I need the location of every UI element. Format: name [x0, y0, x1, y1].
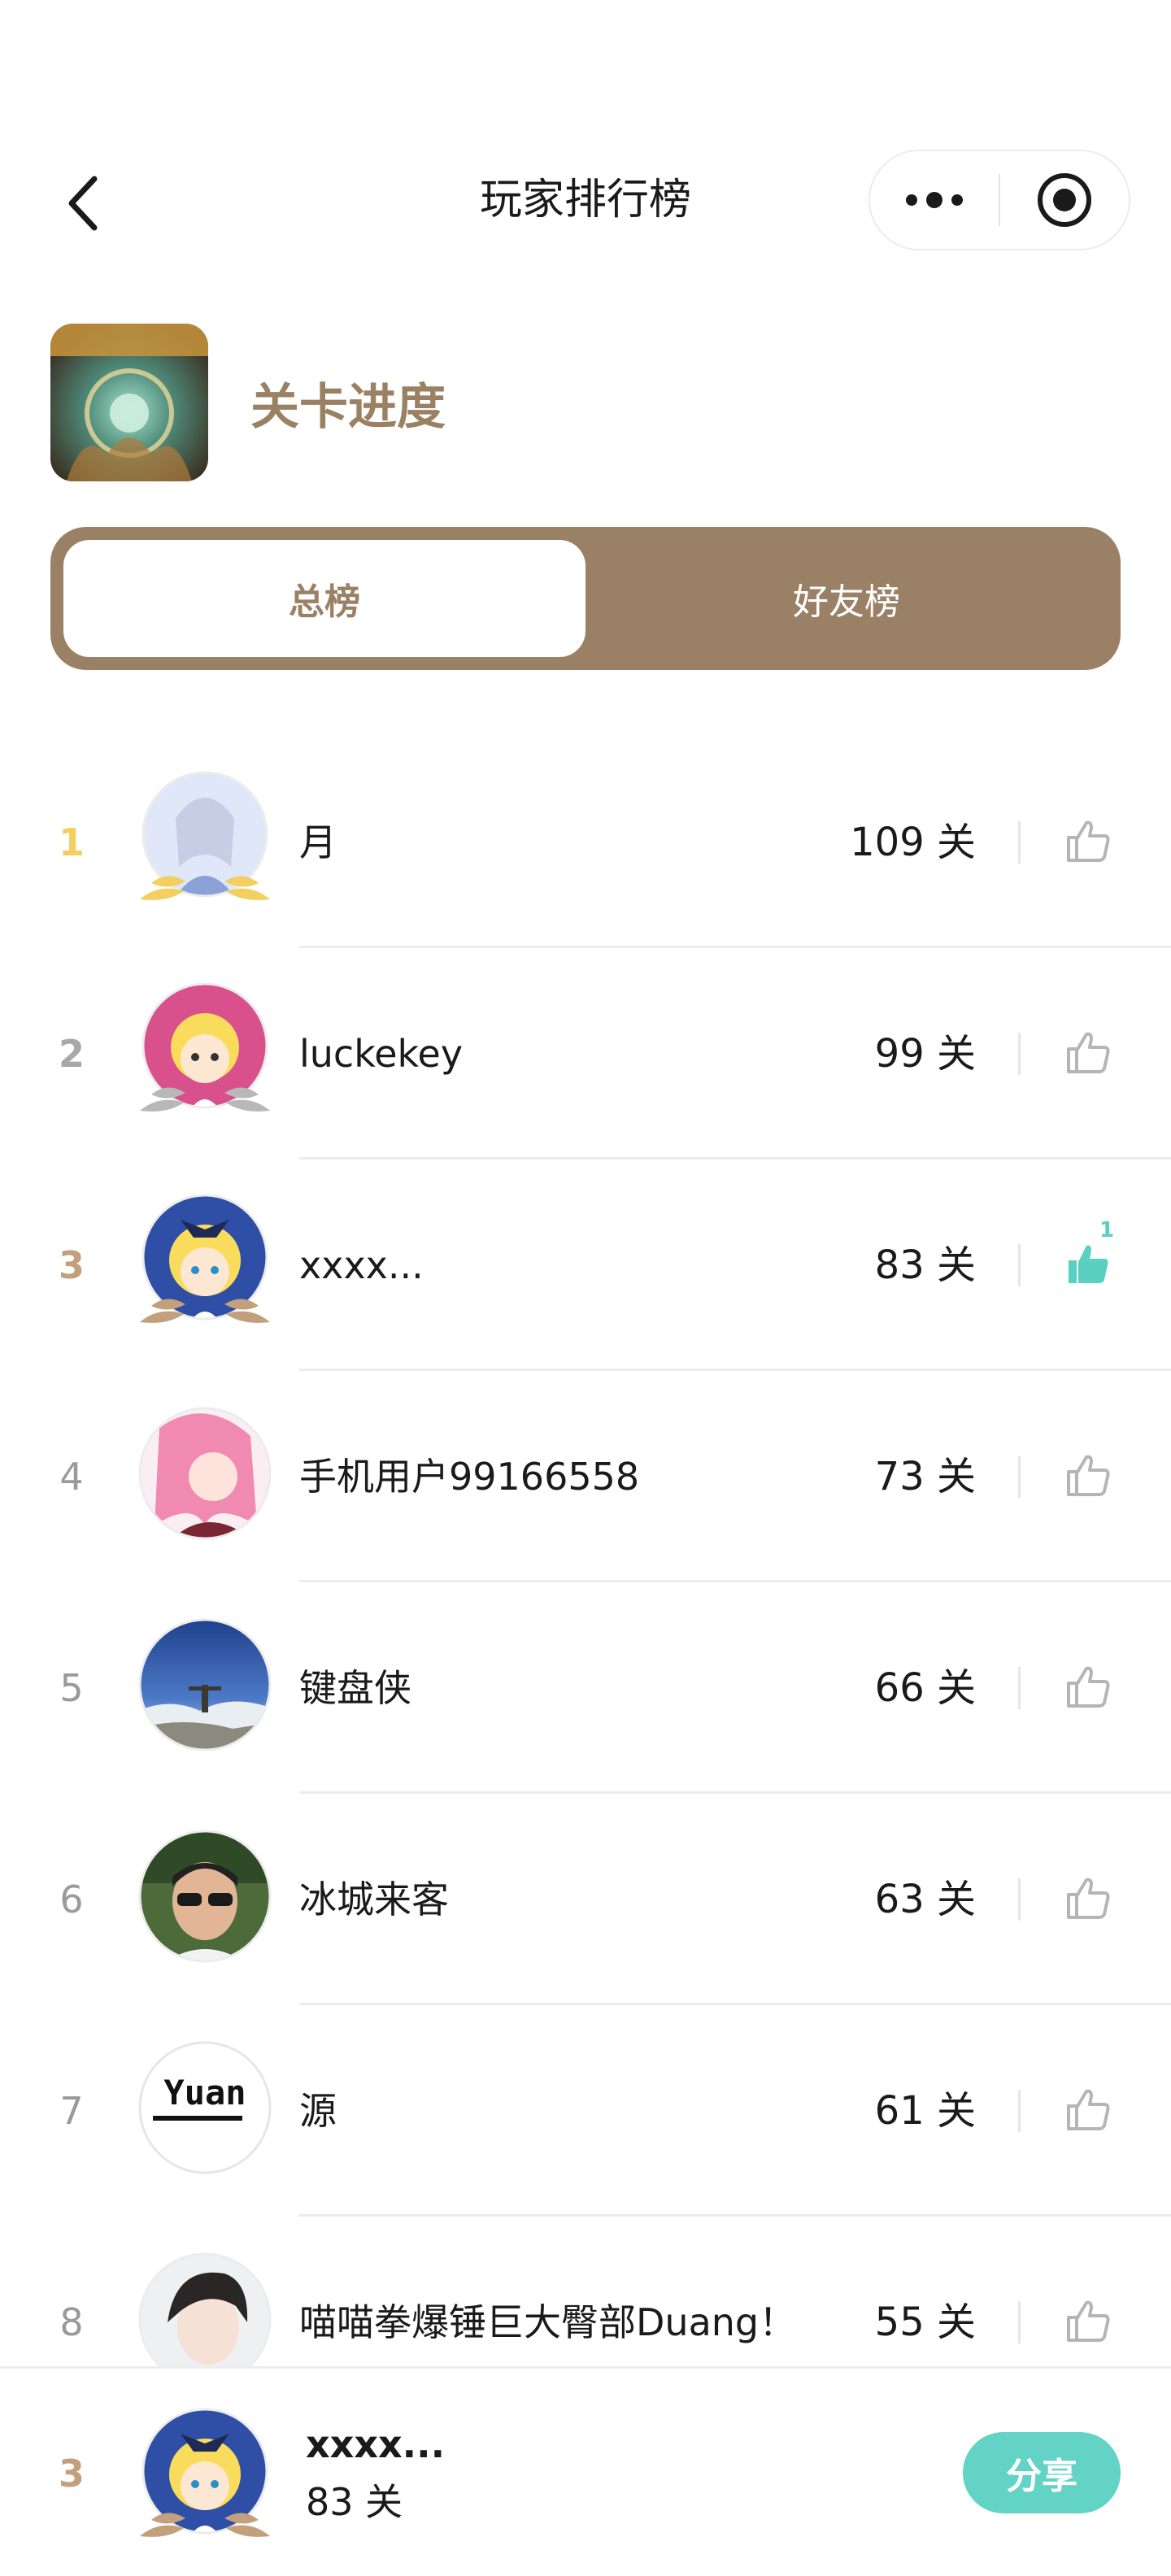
- player-name: 月: [299, 820, 337, 864]
- rank-number: 3: [58, 1243, 85, 1287]
- chevron-left-icon: [68, 176, 98, 231]
- nav-bar: 玩家排行榜: [0, 146, 1171, 254]
- board-title: 关卡进度: [250, 378, 446, 436]
- board-header: 关卡进度: [50, 324, 446, 481]
- list-item[interactable]: 5 键盘侠 66 关: [0, 1582, 1171, 1794]
- avatar[interactable]: Yuan: [135, 2038, 275, 2178]
- my-rank-bar: 3 xxxx... 83 关 分享: [0, 2366, 1171, 2576]
- separator: [1018, 2090, 1021, 2132]
- list-item[interactable]: 3 xxxx... 83 关 1: [0, 1160, 1171, 1371]
- separator: [1018, 2301, 1021, 2343]
- rank-number: 2: [58, 1032, 85, 1076]
- rank-number: 4: [59, 1455, 84, 1499]
- player-score: 63 关: [874, 1877, 976, 1922]
- player-score: 66 关: [874, 1665, 976, 1711]
- yuan-logo-text: Yuan: [163, 2073, 246, 2113]
- player-name: 手机用户99166558: [299, 1455, 640, 1499]
- like-button[interactable]: [1051, 2283, 1125, 2358]
- separator: [1018, 1033, 1021, 1075]
- ranking-tabs: 总榜 好友榜: [50, 527, 1121, 670]
- avatar[interactable]: [135, 981, 275, 1120]
- tab-friends[interactable]: 好友榜: [586, 540, 1108, 657]
- separator: [1018, 1244, 1021, 1286]
- avatar[interactable]: [135, 769, 275, 909]
- player-name: 冰城来客: [299, 1878, 449, 1921]
- my-rank-number: 3: [58, 2452, 85, 2496]
- thumbs-up-filled-icon: [1069, 1245, 1108, 1283]
- player-score: 99 关: [874, 1031, 976, 1077]
- separator: [1018, 1667, 1021, 1709]
- avatar[interactable]: [135, 1615, 275, 1755]
- rank-number: 6: [59, 1878, 84, 1921]
- ranking-list: 1 月 109 关 2 luckekey 99 关 3 xxxx... 83 关…: [0, 737, 1171, 2428]
- thumbs-up-icon: [1067, 2300, 1110, 2342]
- my-score: 83 关: [306, 2480, 403, 2524]
- mini-program-capsule: [868, 150, 1130, 250]
- thumbs-up-icon: [1067, 1455, 1110, 1496]
- game-icon: [50, 324, 208, 481]
- player-name: 键盘侠: [299, 1666, 411, 1710]
- like-button[interactable]: [1051, 1226, 1125, 1301]
- my-avatar[interactable]: [135, 2406, 275, 2546]
- share-button[interactable]: 分享: [963, 2432, 1121, 2513]
- thumbs-up-icon: [1067, 1666, 1110, 1708]
- list-item[interactable]: 4 手机用户99166558 73 关: [0, 1371, 1171, 1582]
- like-button[interactable]: [1051, 1860, 1125, 1935]
- list-item[interactable]: 2 luckekey 99 关: [0, 948, 1171, 1160]
- my-name: xxxx...: [306, 2422, 446, 2466]
- player-score: 73 关: [874, 1454, 976, 1499]
- rank-number: 1: [58, 820, 85, 864]
- list-item[interactable]: 1 月 109 关: [0, 737, 1171, 948]
- like-button[interactable]: [1051, 1438, 1125, 1512]
- thumbs-up-icon: [1067, 2089, 1110, 2130]
- avatar[interactable]: [135, 1192, 275, 1332]
- player-name: 源: [299, 2089, 337, 2133]
- tab-overall[interactable]: 总榜: [63, 540, 586, 657]
- rank-number: 7: [59, 2089, 84, 2133]
- separator: [1018, 821, 1021, 864]
- list-item[interactable]: 6 冰城来客 63 关: [0, 1794, 1171, 2005]
- more-button[interactable]: [870, 151, 999, 249]
- player-score: 109 关: [850, 820, 976, 865]
- separator: [1018, 1456, 1021, 1498]
- player-name: xxxx...: [299, 1243, 424, 1287]
- like-button[interactable]: [1051, 1015, 1125, 1090]
- close-button[interactable]: [1000, 151, 1129, 249]
- rank-number: 5: [59, 1666, 84, 1710]
- avatar[interactable]: [135, 1403, 275, 1543]
- more-dots-icon: [906, 192, 963, 208]
- list-item[interactable]: 7 Yuan 源 61 关: [0, 2005, 1171, 2217]
- like-button[interactable]: [1051, 2072, 1125, 2147]
- back-button[interactable]: [50, 171, 115, 236]
- thumbs-up-icon: [1067, 1878, 1110, 1919]
- thumbs-up-icon: [1067, 1032, 1110, 1073]
- thumbs-up-icon: [1067, 820, 1110, 862]
- avatar[interactable]: [135, 1826, 275, 1966]
- player-name: luckekey: [299, 1032, 464, 1076]
- player-score: 61 关: [874, 2088, 976, 2134]
- like-button[interactable]: [1051, 803, 1125, 878]
- target-icon: [1037, 173, 1091, 227]
- separator: [1018, 1878, 1021, 1921]
- like-button[interactable]: [1051, 1649, 1125, 1724]
- player-score: 83 关: [874, 1242, 976, 1288]
- like-count: 1: [1099, 1218, 1115, 1242]
